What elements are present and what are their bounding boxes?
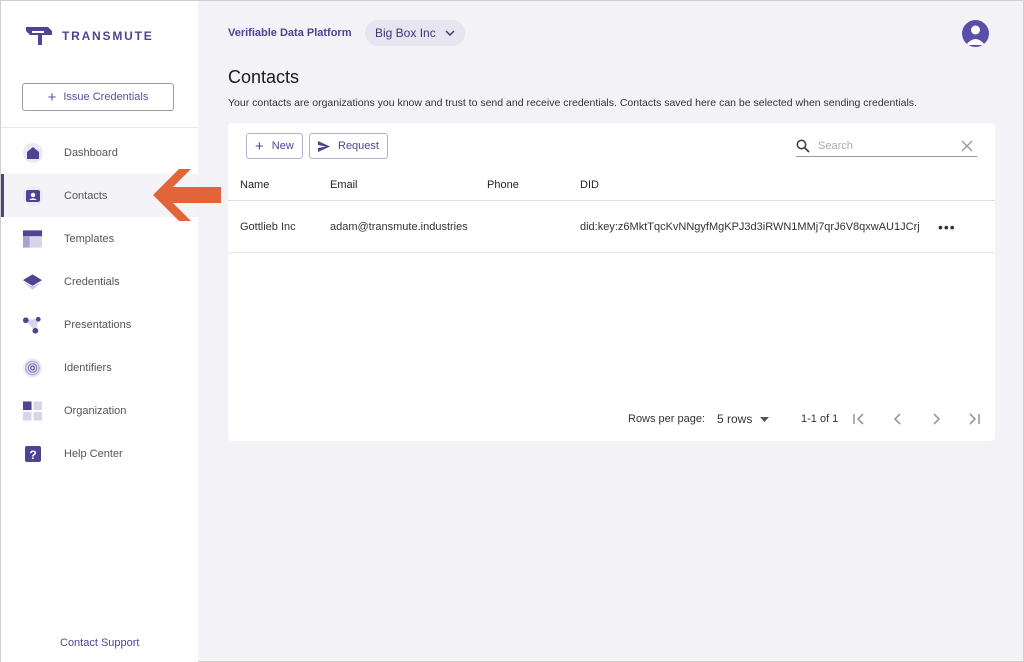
table-row[interactable]: Gottlieb Inc adam@transmute.industries d…: [228, 201, 995, 253]
column-header-email[interactable]: Email: [330, 179, 358, 191]
contact-card-icon: [22, 185, 43, 206]
brand-logo[interactable]: TRANSMUTE: [24, 25, 154, 47]
column-header-name[interactable]: Name: [240, 179, 269, 191]
sidebar-item-label: Help Center: [64, 447, 123, 460]
contacts-card: + New Request Name Email Phone DID Gottl…: [228, 123, 995, 441]
sidebar: TRANSMUTE + Issue Credentials Dashboard …: [1, 1, 198, 662]
page-title: Contacts: [228, 67, 300, 87]
cell-did: did:key:z6MktTqcKvNNgyfMgKPJ3d3iRWN1MMj7…: [580, 221, 920, 233]
search-box: [796, 135, 977, 157]
sidebar-item-label: Templates: [64, 232, 115, 245]
search-icon: [796, 139, 810, 153]
user-avatar[interactable]: [962, 20, 989, 47]
sidebar-item-credentials[interactable]: Credentials: [1, 260, 198, 303]
search-input[interactable]: [818, 139, 948, 152]
sidebar-item-label: Presentations: [64, 318, 132, 331]
send-icon: [318, 140, 330, 152]
svg-text:?: ?: [29, 448, 36, 462]
caret-down-icon: [760, 416, 770, 422]
rows-per-page-value: 5 rows: [717, 412, 753, 426]
last-page-icon[interactable]: [967, 412, 981, 426]
issue-credentials-label: Issue Credentials: [63, 91, 149, 103]
user-icon: [966, 25, 985, 45]
issue-credentials-button[interactable]: + Issue Credentials: [22, 83, 174, 111]
template-icon: [22, 228, 43, 249]
sidebar-item-templates[interactable]: Templates: [1, 217, 198, 260]
chevron-down-icon: [445, 30, 455, 36]
layers-icon: [22, 271, 43, 292]
sidebar-item-presentations[interactable]: Presentations: [1, 303, 198, 346]
callout-arrow-icon: [153, 169, 221, 221]
brand-name: TRANSMUTE: [62, 29, 154, 43]
new-button[interactable]: + New: [246, 133, 303, 159]
platform-title: Verifiable Data Platform: [228, 27, 352, 39]
help-icon: ?: [22, 443, 43, 464]
cell-name: Gottlieb Inc: [240, 221, 296, 233]
fingerprint-icon: [22, 357, 43, 378]
sidebar-item-label: Credentials: [64, 275, 120, 288]
sidebar-item-dashboard[interactable]: Dashboard: [1, 131, 198, 174]
sidebar-item-label: Organization: [64, 404, 127, 417]
org-selector[interactable]: Big Box Inc: [365, 20, 465, 46]
first-page-icon[interactable]: [852, 412, 866, 426]
previous-page-icon[interactable]: [891, 412, 905, 426]
nav-divider: [1, 127, 198, 128]
grid-icon: [22, 400, 43, 421]
sidebar-item-label: Identifiers: [64, 361, 112, 374]
cell-email: adam@transmute.industries: [330, 221, 468, 233]
sidebar-item-label: Contacts: [64, 189, 108, 202]
contact-support-link[interactable]: Contact Support: [60, 637, 140, 649]
page-description: Your contacts are organizations you know…: [228, 97, 917, 109]
sidebar-item-help-center[interactable]: ? Help Center: [1, 432, 198, 475]
sidebar-item-organization[interactable]: Organization: [1, 389, 198, 432]
rows-per-page-select[interactable]: 5 rows: [717, 412, 770, 426]
transmute-logo-icon: [26, 27, 52, 45]
column-header-phone[interactable]: Phone: [487, 179, 519, 191]
request-button-label: Request: [338, 140, 379, 152]
plus-icon: +: [255, 137, 264, 155]
more-actions-icon[interactable]: •••: [938, 219, 956, 235]
new-button-label: New: [271, 140, 294, 152]
home-icon: [22, 142, 43, 163]
next-page-icon[interactable]: [929, 412, 943, 426]
pagination-range: 1-1 of 1: [801, 413, 839, 425]
sidebar-item-identifiers[interactable]: Identifiers: [1, 346, 198, 389]
org-selector-value: Big Box Inc: [375, 26, 436, 40]
plus-icon: +: [47, 88, 57, 106]
column-header-did[interactable]: DID: [580, 179, 599, 191]
request-button[interactable]: Request: [309, 133, 388, 159]
close-icon[interactable]: [961, 140, 973, 152]
rows-per-page-label: Rows per page:: [628, 413, 706, 425]
sidebar-item-label: Dashboard: [64, 146, 118, 159]
network-icon: [22, 314, 43, 335]
